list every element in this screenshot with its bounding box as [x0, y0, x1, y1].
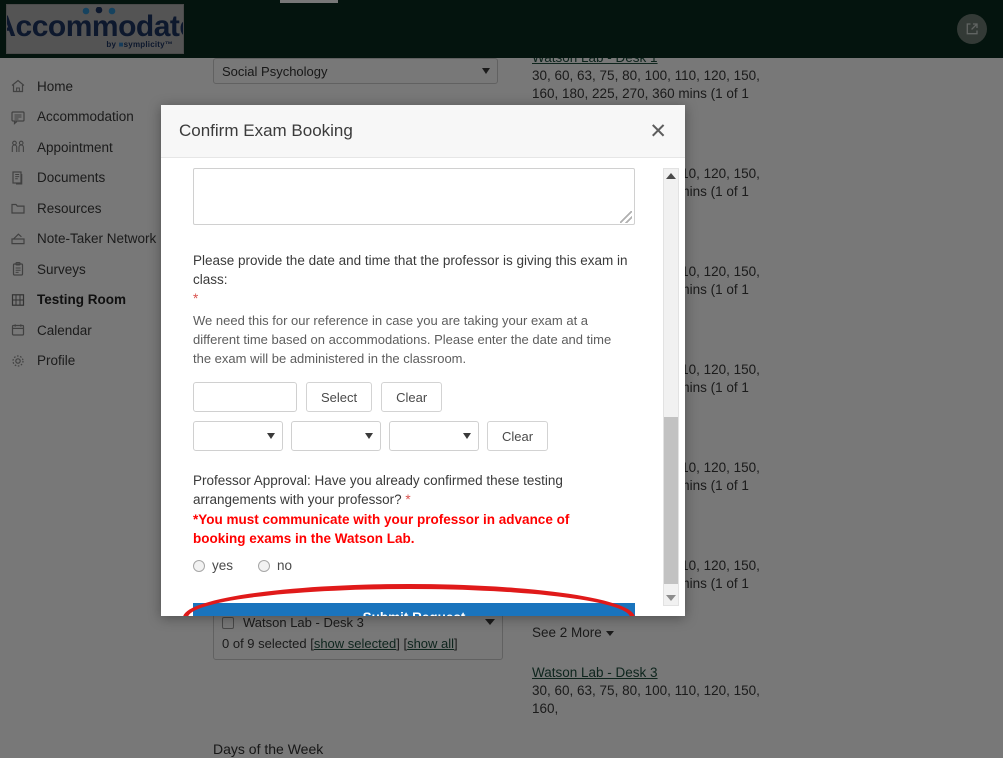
app-root: Home Accommodation Appointment Documents — [0, 0, 1003, 758]
time-clear-button[interactable]: Clear — [487, 421, 549, 451]
approval-radio-no[interactable]: no — [258, 558, 292, 573]
radio-icon[interactable] — [193, 559, 205, 572]
confirm-exam-booking-modal: Confirm Exam Booking ✕ Please provide th… — [161, 105, 685, 616]
notes-textarea[interactable] — [193, 168, 635, 225]
time-meridiem-select[interactable] — [389, 421, 479, 451]
approval-question-label: Professor Approval: Have you already con… — [193, 471, 623, 509]
submit-request-button[interactable]: Submit Request — [193, 603, 635, 616]
scroll-up-arrow-icon[interactable] — [663, 168, 679, 184]
modal-form: Please provide the date and time that th… — [161, 168, 685, 616]
approval-question-text: Professor Approval: Have you already con… — [193, 473, 563, 507]
scroll-down-arrow-icon[interactable] — [663, 590, 679, 606]
required-marker: * — [193, 291, 199, 306]
date-select-button[interactable]: Select — [306, 382, 373, 412]
date-picker-row: Select Clear — [193, 382, 651, 412]
required-marker: * — [405, 492, 411, 507]
date-question-text: Please provide the date and time that th… — [193, 253, 628, 287]
modal-title: Confirm Exam Booking — [179, 121, 353, 140]
date-question-label: Please provide the date and time that th… — [193, 251, 651, 308]
approval-warning-text: *You must communicate with your professo… — [193, 512, 570, 546]
close-icon[interactable]: ✕ — [649, 121, 667, 142]
chevron-down-icon — [365, 433, 373, 439]
time-picker-row: Clear — [193, 421, 651, 451]
time-hour-select[interactable] — [193, 421, 283, 451]
modal-body: Please provide the date and time that th… — [161, 158, 685, 616]
submit-area: Submit Request — [183, 584, 635, 616]
scrollbar-thumb[interactable] — [664, 417, 678, 584]
date-help-text: We need this for our reference in case y… — [193, 313, 612, 366]
chevron-down-icon — [267, 433, 275, 439]
radio-icon[interactable] — [258, 559, 271, 572]
time-minute-select[interactable] — [291, 421, 381, 451]
radio-label: no — [277, 558, 293, 573]
modal-scrollbar[interactable] — [663, 168, 679, 606]
date-input[interactable] — [193, 382, 297, 412]
radio-label: yes — [212, 558, 234, 573]
modal-header: Confirm Exam Booking ✕ — [161, 105, 685, 158]
date-clear-button[interactable]: Clear — [381, 382, 443, 412]
approval-radio-group: yes no — [193, 558, 651, 573]
approval-radio-yes[interactable]: yes — [193, 558, 233, 573]
resize-grip-icon[interactable] — [620, 211, 632, 223]
chevron-down-icon — [463, 433, 471, 439]
